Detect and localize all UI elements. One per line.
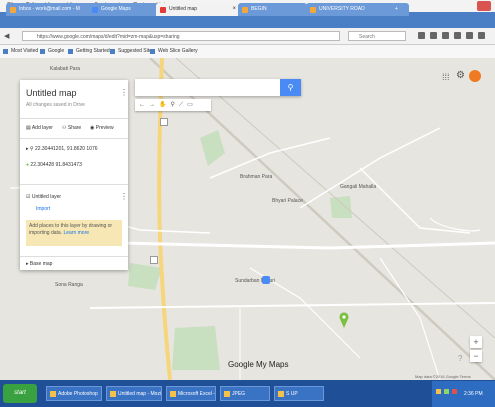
bookmark-suggested-sites[interactable]: Suggested Sites	[110, 48, 154, 54]
shield-icon[interactable]	[466, 32, 473, 39]
map-search-button[interactable]: ⚲	[280, 79, 301, 96]
map-toolbar: ←→✋⚲⟋▭	[135, 99, 211, 111]
taskbar-item[interactable]: Microsoft Excel - tab1	[166, 386, 216, 401]
url-bar[interactable]: https://www.google.com/maps/d/edit?mid=z…	[22, 31, 340, 41]
close-icon[interactable]: ×	[232, 3, 236, 16]
tab-begin[interactable]: BEGIN	[238, 3, 307, 16]
tab-label: BEGIN	[251, 6, 267, 12]
zoom-out-button[interactable]: −	[470, 350, 482, 362]
map-pin-icon[interactable]	[339, 312, 349, 328]
taskbar-item[interactable]: JPEG	[220, 386, 270, 401]
mail-icon	[10, 7, 16, 13]
tab-label: Untitled map	[169, 6, 198, 12]
bookmark-most-visited[interactable]: Most Visited	[3, 48, 38, 54]
list-item[interactable]: ● 22.304428 91.8431473	[26, 162, 82, 168]
road-marker-icon	[160, 118, 168, 126]
apps-grid-icon[interactable]: ⁞⁞⁞	[442, 72, 450, 82]
download-icon[interactable]	[442, 32, 449, 39]
map-label: Sona Ranga	[55, 282, 83, 288]
draw-line-icon[interactable]: ⟋	[179, 102, 187, 108]
start-button[interactable]: start	[3, 384, 37, 403]
tab-google-maps[interactable]: Google Maps	[88, 3, 159, 16]
coordinate-label: 22.30441201, 91.8620 1076	[34, 146, 98, 152]
search-icon: ⚲	[287, 83, 294, 92]
map-label: Bhyari Palace	[272, 198, 303, 204]
layer-checkbox[interactable]: ☑ Untitled layer	[26, 194, 61, 200]
volume-icon[interactable]	[444, 389, 449, 394]
new-tab-button[interactable]: +	[392, 3, 409, 16]
hamburger-menu-icon[interactable]	[478, 32, 485, 39]
taskbar-item[interactable]: Adobe Photoshop	[46, 386, 102, 401]
divider	[20, 184, 128, 185]
tab-university-road[interactable]: UNIVERSITY ROAD	[306, 3, 397, 16]
security-icon[interactable]	[452, 389, 457, 394]
clock[interactable]: 2:36 PM	[464, 391, 483, 397]
tab-label: Google Maps	[101, 6, 131, 12]
redo-icon[interactable]: →	[149, 102, 159, 108]
transit-icon[interactable]	[262, 276, 270, 284]
more-vert-icon[interactable]: ⋮	[120, 88, 128, 97]
layer-title: Untitled layer	[31, 194, 62, 200]
map-title[interactable]: Untitled map	[26, 88, 77, 98]
import-link[interactable]: Import	[36, 206, 50, 212]
bookmark-web-slice-gallery[interactable]: Web Slice Gallery	[150, 48, 198, 54]
page-icon	[310, 7, 316, 13]
divider	[20, 256, 128, 257]
network-icon[interactable]	[436, 389, 441, 394]
map-label: Kalabati Para	[50, 66, 81, 72]
map-label: Gangali Mahalla	[340, 184, 377, 190]
zoom-in-button[interactable]: +	[470, 336, 482, 348]
pegman-icon[interactable]: ?	[458, 354, 462, 363]
layer-hint: Add places to this layer by drawing or i…	[26, 220, 122, 246]
map-label: Brahman Para	[240, 174, 273, 180]
star-icon[interactable]	[418, 32, 425, 39]
undo-icon[interactable]: ←	[139, 102, 149, 108]
coordinate-label: 22.304428 91.8431473	[30, 162, 82, 168]
taskbar-item[interactable]: Untitled map - Mozilla	[106, 386, 162, 401]
add-layer-label: Add layer	[31, 125, 53, 131]
tab-label: UNIVERSITY ROAD	[319, 6, 365, 12]
divider	[20, 118, 128, 119]
preview-button[interactable]: ◉ Preview	[90, 125, 114, 131]
hand-icon[interactable]: ✋	[159, 102, 170, 108]
map-search-input[interactable]	[135, 79, 301, 96]
ruler-icon[interactable]: ▭	[187, 102, 197, 108]
map-attribution[interactable]: Map data ©2016 Google Terms	[415, 374, 471, 379]
tab-label: Inbox - work@mail.com - M	[19, 6, 80, 12]
avatar[interactable]	[469, 70, 481, 82]
window-close-button[interactable]	[477, 1, 491, 11]
home-icon[interactable]	[454, 32, 461, 39]
gear-icon[interactable]: ⚙	[456, 70, 465, 81]
learn-more-link[interactable]: Learn more	[63, 230, 89, 236]
base-map-label: Base map	[29, 261, 53, 267]
back-icon[interactable]: ◀	[4, 32, 9, 40]
more-vert-icon[interactable]: ⋮	[120, 192, 128, 201]
divider	[20, 138, 128, 139]
share-label: Share	[67, 125, 82, 131]
tab-untitled-map[interactable]: Untitled map ×	[156, 3, 239, 16]
maps-icon	[92, 7, 98, 13]
map-sidebar: Untitled map ⋮ All changes saved in Driv…	[20, 80, 128, 270]
browser-search-input[interactable]: Search	[348, 31, 406, 41]
bookmark-google[interactable]: Google	[40, 48, 64, 54]
save-status: All changes saved in Drive	[26, 102, 85, 108]
google-my-maps-logo: Google My Maps	[228, 360, 289, 369]
preview-label: Preview	[95, 125, 114, 131]
mymaps-icon	[160, 7, 166, 13]
add-marker-icon[interactable]: ⚲	[170, 102, 178, 108]
base-map-toggle[interactable]: ▸ Base map	[26, 261, 52, 267]
road-marker-icon	[150, 256, 158, 264]
list-item[interactable]: ▸ ⚲ 22.30441201, 91.8620 1076	[26, 146, 98, 152]
page-icon	[242, 7, 248, 13]
clipboard-icon[interactable]	[430, 32, 437, 39]
add-layer-button[interactable]: ▤ Add layer	[26, 125, 53, 131]
map-pin-icon: ●	[26, 162, 30, 168]
share-button[interactable]: ⚇ Share	[62, 125, 81, 131]
bookmark-getting-started[interactable]: Getting Started	[68, 48, 110, 54]
taskbar-item[interactable]: S UP	[274, 386, 324, 401]
